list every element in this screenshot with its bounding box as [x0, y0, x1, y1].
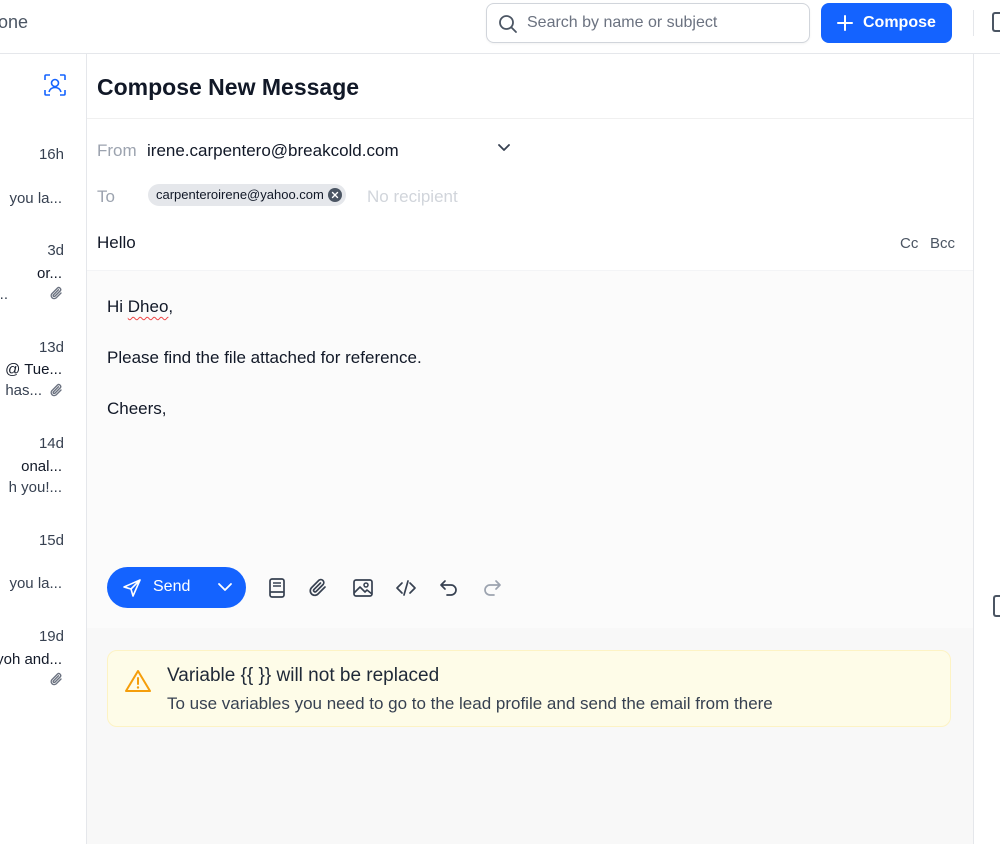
- recipient-chip[interactable]: carpenteroirene@yahoo.com: [148, 184, 346, 206]
- list-item-preview: you la...: [9, 575, 62, 592]
- template-icon[interactable]: [265, 576, 289, 600]
- compose-footer: Variable {{ }} will not be replaced To u…: [87, 628, 973, 844]
- list-item-subject: or...: [36, 265, 62, 282]
- body-greeting: Hi Dheo,: [107, 297, 173, 317]
- top-bar: one Compose: [0, 0, 1000, 54]
- recipient-input[interactable]: No recipient: [367, 187, 458, 207]
- warning-message: To use variables you need to go to the l…: [167, 694, 773, 713]
- panel-toggle-icon[interactable]: [992, 12, 1000, 32]
- compose-header: From irene.carpentero@breakcold.com To c…: [87, 118, 973, 270]
- body-greeting-prefix: Hi: [107, 297, 128, 316]
- warning-icon: [125, 670, 151, 692]
- list-item-subject: @ Tue...: [5, 361, 62, 378]
- cc-button[interactable]: Cc: [900, 235, 918, 252]
- recipient-chip-label: carpenteroirene@yahoo.com: [156, 187, 324, 202]
- list-item-preview: has...: [5, 382, 42, 399]
- attachment-icon: [50, 672, 62, 686]
- list-item-subject: yoh and...: [0, 651, 62, 668]
- redo-icon[interactable]: [480, 576, 504, 600]
- compose-panel: Compose New Message From irene.carpenter…: [87, 54, 973, 844]
- right-panel: [973, 54, 1000, 844]
- list-item-time: 16h: [38, 146, 64, 163]
- attachment-icon: [50, 383, 62, 397]
- list-item-subject: onal...: [21, 458, 62, 475]
- panel-toggle-icon[interactable]: [993, 595, 1000, 617]
- chevron-down-icon[interactable]: [497, 143, 511, 153]
- list-item-preview: you la...: [9, 190, 62, 207]
- from-select[interactable]: irene.carpentero@breakcold.com: [147, 141, 399, 161]
- compose-button[interactable]: Compose: [821, 3, 952, 43]
- body-line: Please find the file attached for refere…: [107, 348, 422, 367]
- search-box[interactable]: [486, 3, 810, 43]
- breadcrumb: one: [0, 12, 29, 32]
- list-item-time: 15d: [38, 532, 64, 549]
- compose-button-label: Compose: [863, 14, 936, 31]
- list-item-time: 13d: [38, 339, 64, 356]
- list-item-preview: h you!...: [8, 479, 62, 496]
- body-greeting-suffix: ,: [168, 297, 174, 316]
- subject-field[interactable]: Hello: [97, 233, 136, 253]
- page-title: Compose New Message: [97, 74, 360, 100]
- plus-icon: [837, 15, 853, 31]
- contact-select-icon[interactable]: [44, 74, 66, 96]
- variable-warning-banner: Variable {{ }} will not be replaced To u…: [107, 650, 951, 727]
- send-button[interactable]: Send: [107, 567, 246, 608]
- message-list: 16h you la... 3d or... ... 13d @ Tue... …: [0, 54, 87, 844]
- undo-icon[interactable]: [437, 576, 461, 600]
- divider: [973, 10, 974, 36]
- code-icon[interactable]: [394, 576, 418, 600]
- bcc-button[interactable]: Bcc: [930, 235, 955, 252]
- body-line: Cheers,: [107, 399, 167, 418]
- attachment-icon: [50, 286, 62, 300]
- image-icon[interactable]: [351, 576, 375, 600]
- remove-recipient-icon[interactable]: [327, 188, 342, 202]
- warning-title: Variable {{ }} will not be replaced: [167, 665, 440, 686]
- list-item-time: 14d: [38, 435, 64, 452]
- body-greeting-name: Dheo: [127, 297, 169, 316]
- attachment-icon[interactable]: [307, 576, 331, 600]
- from-label: From: [97, 141, 137, 160]
- list-item-time: 3d: [47, 242, 64, 259]
- chevron-down-icon[interactable]: [217, 581, 233, 593]
- to-label: To: [97, 187, 115, 206]
- compose-title-bar: Compose New Message: [87, 54, 973, 118]
- send-icon: [123, 579, 141, 597]
- search-input[interactable]: [527, 12, 797, 34]
- list-item-time: 19d: [38, 628, 64, 645]
- list-item-preview: ...: [0, 286, 8, 303]
- send-button-label: Send: [153, 578, 191, 595]
- search-icon: [499, 15, 517, 33]
